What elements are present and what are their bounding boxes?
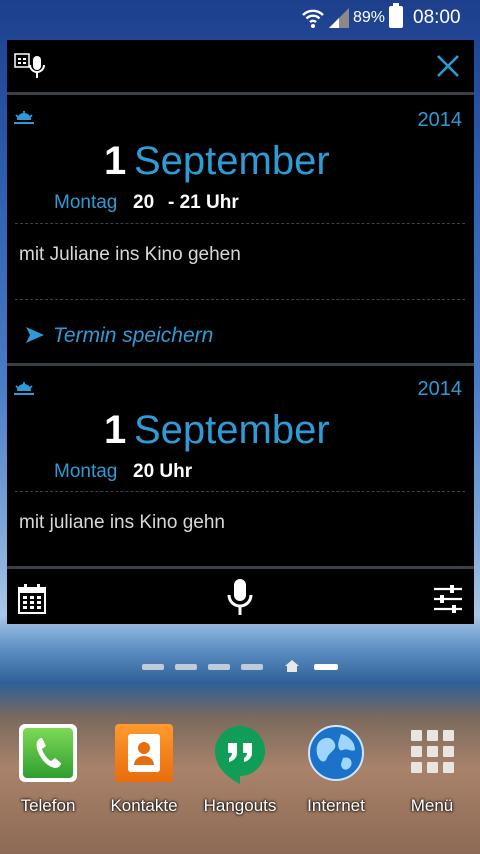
contacts-icon [115, 724, 173, 782]
hangouts-icon [211, 724, 269, 784]
dock-app-internet[interactable]: Internet [296, 724, 376, 816]
event-weekday: Montag [54, 192, 118, 213]
sunrise-icon [14, 111, 34, 124]
event-note: mit Juliane ins Kino gehen [19, 244, 241, 265]
send-icon[interactable] [25, 326, 45, 344]
divider [15, 223, 465, 224]
page-dot[interactable] [208, 664, 230, 670]
event-month: September [134, 139, 330, 183]
page-dot-active[interactable] [314, 664, 338, 670]
divider [15, 299, 465, 300]
save-event-button[interactable]: Termin speichern [53, 324, 213, 348]
voice-input-icon[interactable] [13, 52, 51, 82]
widget-bottom-bar [7, 569, 474, 627]
settings-sliders-icon[interactable] [432, 583, 464, 615]
dock-app-hangouts[interactable]: Hangouts [200, 724, 280, 816]
battery-icon [389, 3, 403, 28]
globe-icon [307, 724, 365, 782]
dock-label: Internet [307, 796, 365, 815]
calendar-widget: 2014 1 September Montag 20 - 21 Uhr mit … [7, 40, 474, 624]
dock-app-menu[interactable]: Menü [392, 724, 472, 816]
dock-label: Kontakte [110, 796, 178, 815]
dock-app-kontakte[interactable]: Kontakte [104, 724, 184, 816]
apps-grid-icon [403, 724, 461, 782]
page-dot[interactable] [142, 664, 164, 670]
event-year: 2014 [417, 109, 463, 131]
event-weekday: Montag [54, 461, 118, 482]
calendar-icon[interactable] [18, 584, 46, 614]
close-icon[interactable] [435, 53, 461, 79]
page-dot[interactable] [241, 664, 263, 670]
battery-percent: 89% [353, 9, 386, 26]
event-day: 1 [104, 139, 127, 183]
signal-icon [329, 8, 349, 28]
event-year: 2014 [417, 378, 463, 400]
event-time: 20 Uhr [133, 461, 193, 482]
status-bar: 89% 08:00 [0, 0, 480, 36]
home-icon[interactable] [285, 660, 299, 672]
dock-label: Telefon [20, 796, 76, 815]
clock: 08:00 [413, 7, 461, 28]
event-note: mit juliane ins Kino gehn [19, 512, 225, 533]
widget-top-bar [7, 40, 474, 95]
wifi-icon [302, 9, 324, 28]
event-month: September [134, 408, 330, 452]
event-day: 1 [104, 408, 127, 452]
page-dot[interactable] [175, 664, 197, 670]
event-card[interactable]: 2014 1 September Montag 20 - 21 Uhr mit … [7, 95, 474, 366]
dock-label: Hangouts [203, 796, 277, 815]
microphone-icon[interactable] [224, 577, 256, 617]
event-time-end: - 21 Uhr [168, 192, 239, 213]
event-card[interactable]: 2014 1 September Montag 20 Uhr mit julia… [7, 366, 474, 569]
event-time-start: 20 [133, 192, 155, 213]
phone-icon [19, 724, 77, 782]
sunrise-icon [14, 382, 34, 395]
dock-app-telefon[interactable]: Telefon [8, 724, 88, 816]
divider [15, 491, 465, 492]
dock-label: Menü [410, 796, 454, 815]
